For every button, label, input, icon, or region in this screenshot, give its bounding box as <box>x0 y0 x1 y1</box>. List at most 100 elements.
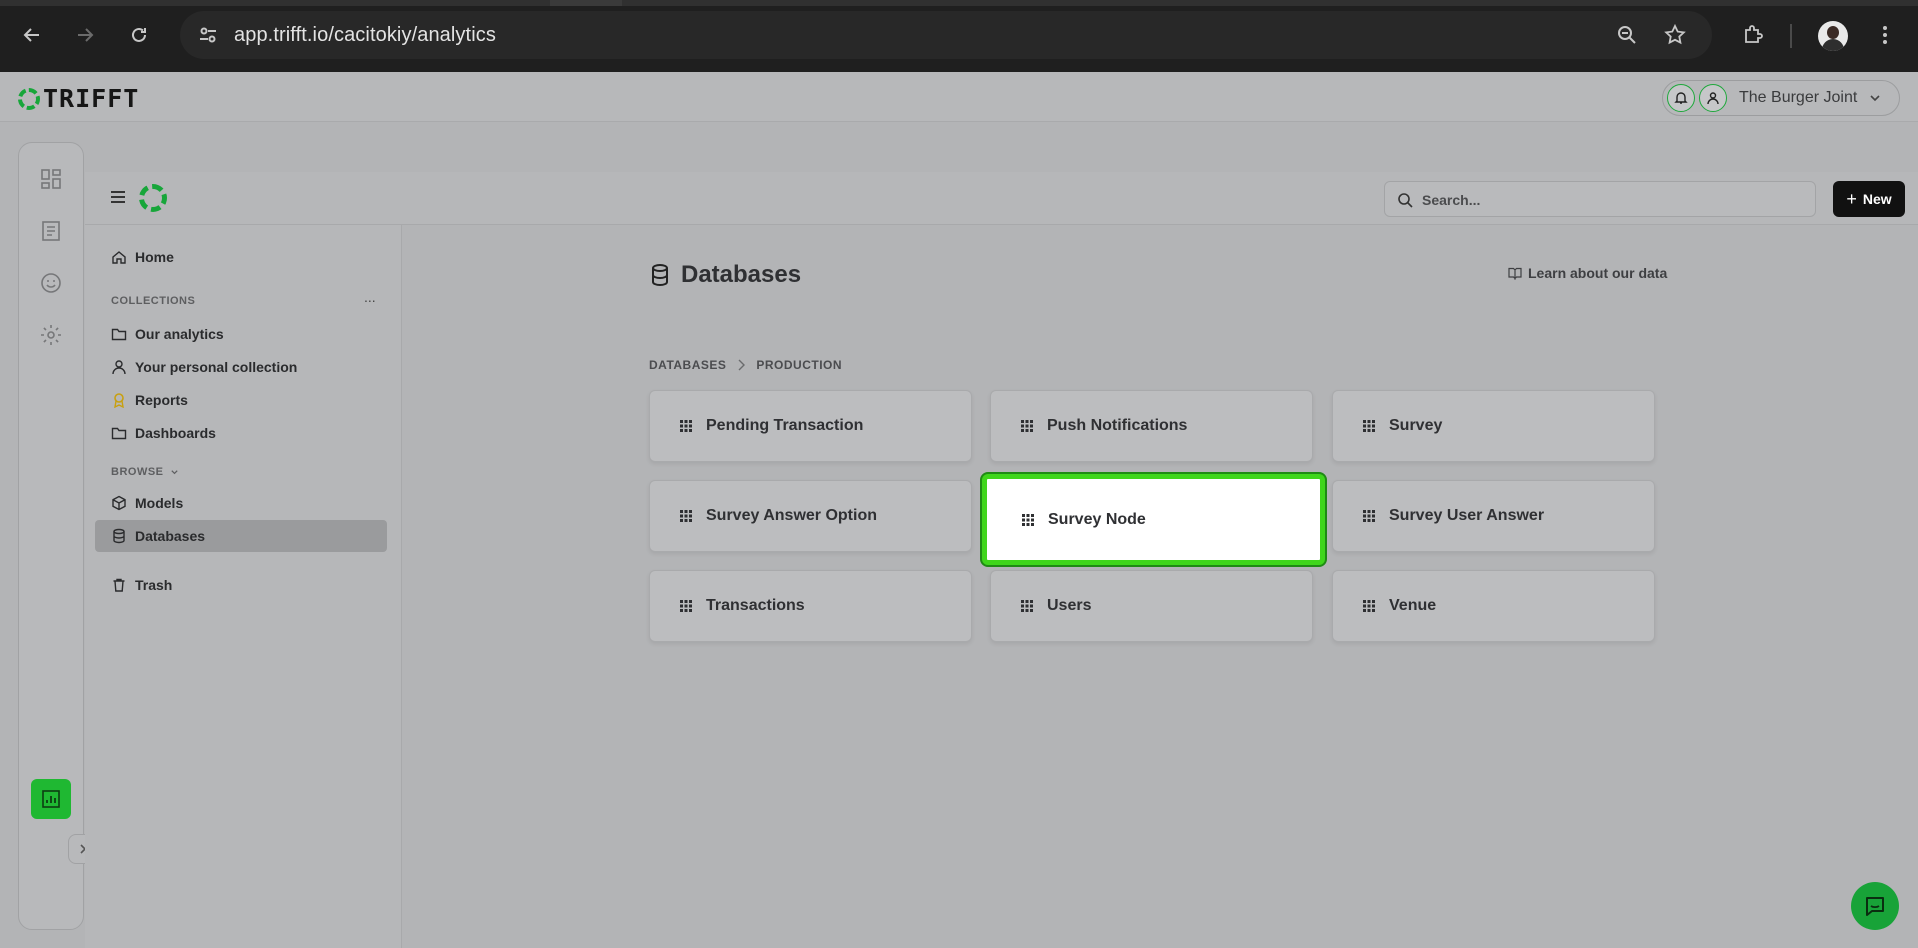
user-icon <box>1707 92 1719 105</box>
sidebar-item-label: Our analytics <box>135 326 224 342</box>
new-button-label: New <box>1862 191 1892 207</box>
sidebar-item-label: Home <box>135 249 174 265</box>
sidebar-item-reports[interactable]: Reports <box>95 385 387 415</box>
folder-icon <box>111 427 127 440</box>
person-icon <box>112 360 126 375</box>
search-input[interactable]: Search... <box>1384 181 1816 217</box>
back-button[interactable] <box>17 20 47 50</box>
org-name: The Burger Joint <box>1739 89 1858 106</box>
collections-more-button[interactable]: ... <box>364 289 384 305</box>
puzzle-icon <box>1745 25 1763 43</box>
page-title-text: Databases <box>681 261 802 288</box>
analytics-chart-icon <box>42 790 60 808</box>
sidebar-item-databases[interactable]: Databases <box>95 520 387 552</box>
table-card-label: Venue <box>1389 597 1437 614</box>
table-card-label: Survey Node <box>1048 510 1146 528</box>
table-card-venue[interactable]: Venue <box>1332 570 1655 642</box>
grid-icon <box>1363 600 1375 612</box>
book-icon <box>1508 267 1522 280</box>
trash-icon <box>113 578 125 592</box>
search-placeholder: Search... <box>1422 192 1481 208</box>
chat-bubble-icon <box>1866 897 1884 916</box>
breadcrumb-databases[interactable]: DATABASES <box>649 358 726 372</box>
grid-icon <box>1363 510 1375 522</box>
sidebar-item-trash[interactable]: Trash <box>95 570 387 600</box>
browse-heading-toggle[interactable]: BROWSE <box>111 466 179 478</box>
app-mini-logo-icon[interactable] <box>139 184 167 212</box>
org-switcher[interactable]: The Burger Joint <box>1662 80 1900 116</box>
breadcrumb: DATABASES PRODUCTION <box>649 358 842 372</box>
app-logo[interactable]: TRIFFT <box>18 84 139 113</box>
sidebar-item-label: Trash <box>135 577 173 593</box>
sidebar-item-label: Your personal collection <box>135 359 298 375</box>
avatar-head <box>1827 26 1839 39</box>
table-card-survey[interactable]: Survey <box>1332 390 1655 462</box>
table-card-survey-user-answer[interactable]: Survey User Answer <box>1332 480 1655 552</box>
sidebar-item-personal-collection[interactable]: Your personal collection <box>95 352 387 382</box>
site-settings-icon[interactable] <box>196 23 220 47</box>
table-card-transactions[interactable]: Transactions <box>649 570 972 642</box>
avatar-body <box>1822 39 1844 51</box>
app-topbar: Search... + New <box>85 172 1918 225</box>
forward-button[interactable] <box>70 20 100 50</box>
arrow-left-icon <box>23 28 39 42</box>
badge-icon <box>114 393 124 408</box>
dashboard-grid-icon[interactable] <box>39 167 63 191</box>
table-card-survey-answer-option[interactable]: Survey Answer Option <box>649 480 972 552</box>
new-button[interactable]: + New <box>1833 181 1905 217</box>
grid-icon <box>1021 600 1033 612</box>
kebab-menu-icon <box>1883 26 1887 44</box>
chevron-right-icon <box>738 359 746 371</box>
reload-button[interactable] <box>124 20 154 50</box>
url-text[interactable]: app.trifft.io/cacitokiy/analytics <box>234 24 496 47</box>
address-bar[interactable]: app.trifft.io/cacitokiy/analytics <box>180 11 1712 59</box>
sidebar-item-label: Databases <box>135 528 206 544</box>
table-card-label: Survey Answer Option <box>706 507 877 524</box>
sidebar-item-label: Models <box>135 495 184 511</box>
browser-toolbar: app.trifft.io/cacitokiy/analytics <box>0 0 1918 72</box>
document-icon[interactable] <box>39 219 63 243</box>
sidebar-item-label: Reports <box>135 392 188 408</box>
plus-icon: + <box>1846 188 1857 209</box>
cube-icon <box>112 495 126 511</box>
sidebar-item-label: Dashboards <box>135 425 216 441</box>
bookmark-star-icon[interactable] <box>1663 23 1687 47</box>
table-card-label: Users <box>1047 597 1092 614</box>
bell-icon <box>1674 92 1688 104</box>
zoom-icon[interactable] <box>1615 23 1639 47</box>
table-card-survey-node[interactable]: Survey Node <box>982 474 1325 565</box>
table-card-label: Transactions <box>706 597 805 614</box>
profile-avatar[interactable] <box>1818 21 1848 51</box>
page-title: Databases <box>649 261 801 289</box>
table-card-users[interactable]: Users <box>990 570 1313 642</box>
grid-icon <box>680 420 692 432</box>
folder-icon <box>111 328 127 341</box>
notifications-button[interactable] <box>1667 84 1695 112</box>
table-card-label: Survey User Answer <box>1389 507 1545 524</box>
grid-icon <box>1363 420 1375 432</box>
active-tab-edge[interactable] <box>550 0 622 6</box>
sidebar-item-our-analytics[interactable]: Our analytics <box>95 319 387 349</box>
grid-icon <box>680 600 692 612</box>
table-card-pending-transaction[interactable]: Pending Transaction <box>649 390 972 462</box>
extensions-button[interactable] <box>1738 20 1768 50</box>
sidebar-item-dashboards[interactable]: Dashboards <box>95 418 387 448</box>
table-card-push-notifications[interactable]: Push Notifications <box>990 390 1313 462</box>
chevron-down-icon <box>1870 95 1880 102</box>
table-card-label: Push Notifications <box>1047 417 1188 434</box>
analytics-button[interactable] <box>31 779 71 819</box>
smiley-icon[interactable] <box>39 271 63 295</box>
learn-link-label: Learn about our data <box>1528 265 1668 281</box>
grid-icon <box>1022 513 1034 526</box>
settings-gear-icon[interactable] <box>39 323 63 347</box>
chat-launcher-button[interactable] <box>1851 882 1899 930</box>
tab-strip <box>0 0 1918 6</box>
sidebar-item-home[interactable]: Home <box>95 242 387 272</box>
chevron-down-icon <box>170 469 178 474</box>
sidebar-item-models[interactable]: Models <box>95 488 387 518</box>
hamburger-menu-icon[interactable] <box>110 190 126 204</box>
learn-about-data-link[interactable]: Learn about our data <box>1508 265 1667 281</box>
browser-menu-button[interactable] <box>1870 20 1900 50</box>
grid-icon <box>1021 420 1033 432</box>
user-button[interactable] <box>1699 84 1727 112</box>
